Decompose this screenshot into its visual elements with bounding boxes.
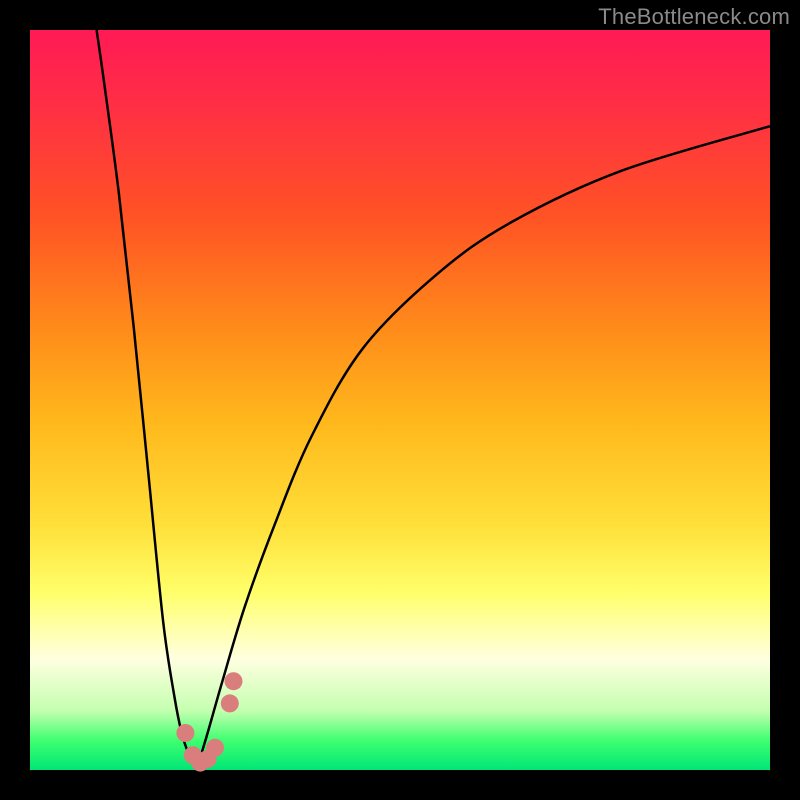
watermark-text: TheBottleneck.com [598,4,790,30]
curve-left-branch [97,30,197,770]
marker-cluster-a [206,739,224,757]
curve-right-branch [197,126,771,770]
marker-cluster-b [225,672,243,690]
chart-svg [30,30,770,770]
series-layer [97,30,770,770]
marker-cluster-b [221,694,239,712]
marker-cluster-a [176,724,194,742]
chart-frame: TheBottleneck.com [0,0,800,800]
plot-area [30,30,770,770]
marker-layer [176,672,242,771]
